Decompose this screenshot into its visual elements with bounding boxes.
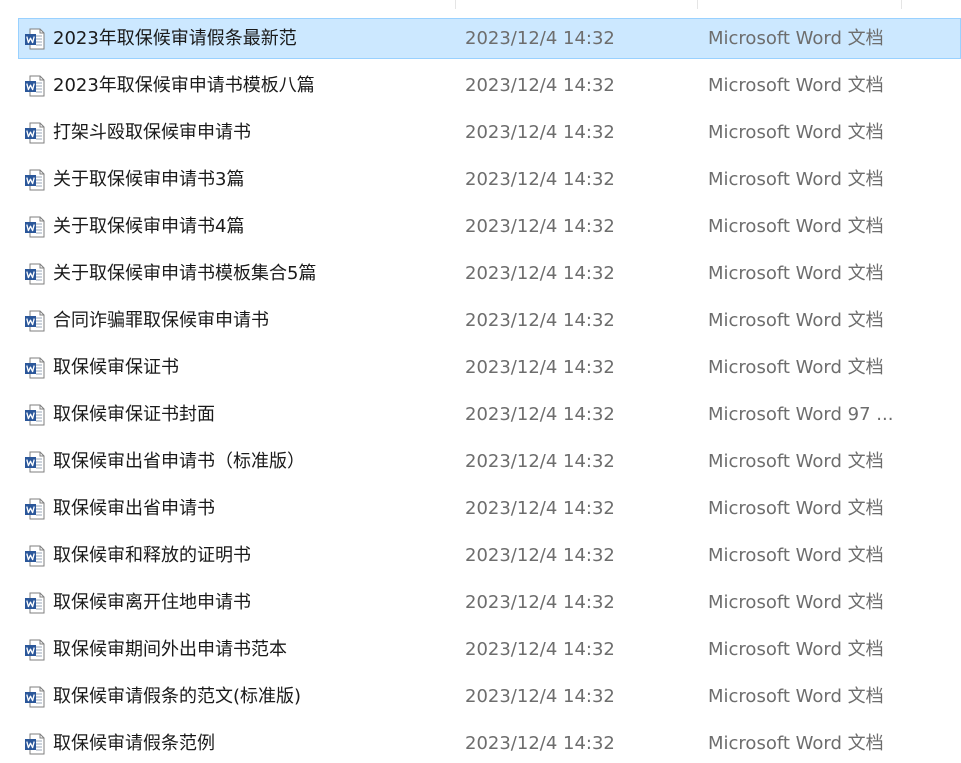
file-date-modified: 2023/12/4 14:32 <box>465 28 615 49</box>
file-type: Microsoft Word 文档 <box>708 28 884 49</box>
file-row[interactable]: 取保候审请假条范例 2023/12/4 14:32 Microsoft Word… <box>18 723 961 763</box>
word-document-icon <box>24 357 46 379</box>
file-type: Microsoft Word 文档 <box>708 498 884 519</box>
file-date-modified: 2023/12/4 14:32 <box>465 357 615 378</box>
file-row[interactable]: 2023年取保候审请假条最新范 2023/12/4 14:32 Microsof… <box>18 18 961 59</box>
file-name: 打架斗殴取保候审申请书 <box>53 122 251 143</box>
file-row[interactable]: 2023年取保候审申请书模板八篇 2023/12/4 14:32 Microso… <box>18 65 961 106</box>
file-date-modified: 2023/12/4 14:32 <box>465 122 615 143</box>
file-type: Microsoft Word 文档 <box>708 357 884 378</box>
file-name: 取保候审出省申请书（标准版） <box>53 451 305 472</box>
word-document-icon <box>24 592 46 614</box>
file-name: 取保候审期间外出申请书范本 <box>53 639 287 660</box>
file-date-modified: 2023/12/4 14:32 <box>465 639 615 660</box>
file-row[interactable]: 取保候审和释放的证明书 2023/12/4 14:32 Microsoft Wo… <box>18 535 961 576</box>
word-document-icon <box>24 639 46 661</box>
file-date-modified: 2023/12/4 14:32 <box>465 733 615 754</box>
file-date-modified: 2023/12/4 14:32 <box>465 451 615 472</box>
column-divider-date[interactable] <box>455 0 456 9</box>
file-type: Microsoft Word 文档 <box>708 310 884 331</box>
word-document-icon <box>24 404 46 426</box>
file-type: Microsoft Word 文档 <box>708 686 884 707</box>
word-document-icon <box>24 122 46 144</box>
file-date-modified: 2023/12/4 14:32 <box>465 263 615 284</box>
file-date-modified: 2023/12/4 14:32 <box>465 169 615 190</box>
file-type: Microsoft Word 文档 <box>708 122 884 143</box>
file-date-modified: 2023/12/4 14:32 <box>465 498 615 519</box>
file-name: 关于取保候审申请书4篇 <box>53 216 245 237</box>
file-name: 取保候审出省申请书 <box>53 498 215 519</box>
file-explorer-list-view: 2023年取保候审请假条最新范 2023/12/4 14:32 Microsof… <box>0 0 961 763</box>
file-date-modified: 2023/12/4 14:32 <box>465 592 615 613</box>
column-divider-type[interactable] <box>697 0 698 9</box>
file-row[interactable]: 打架斗殴取保候审申请书 2023/12/4 14:32 Microsoft Wo… <box>18 112 961 153</box>
word-document-icon <box>24 169 46 191</box>
file-row[interactable]: 取保候审出省申请书 2023/12/4 14:32 Microsoft Word… <box>18 488 961 529</box>
file-date-modified: 2023/12/4 14:32 <box>465 404 615 425</box>
file-type: Microsoft Word 文档 <box>708 451 884 472</box>
file-name: 取保候审保证书 <box>53 357 179 378</box>
file-row[interactable]: 合同诈骗罪取保候审申请书 2023/12/4 14:32 Microsoft W… <box>18 300 961 341</box>
file-row[interactable]: 关于取保候审申请书4篇 2023/12/4 14:32 Microsoft Wo… <box>18 206 961 247</box>
file-type: Microsoft Word 文档 <box>708 75 884 96</box>
file-name: 关于取保候审申请书模板集合5篇 <box>53 263 317 284</box>
file-date-modified: 2023/12/4 14:32 <box>465 686 615 707</box>
file-type: Microsoft Word 文档 <box>708 169 884 190</box>
file-name: 取保候审和释放的证明书 <box>53 545 251 566</box>
file-name: 合同诈骗罪取保候审申请书 <box>53 310 269 331</box>
file-row[interactable]: 取保候审保证书 2023/12/4 14:32 Microsoft Word 文… <box>18 347 961 388</box>
file-date-modified: 2023/12/4 14:32 <box>465 310 615 331</box>
word-document-icon <box>24 545 46 567</box>
column-divider-size[interactable] <box>901 0 902 9</box>
file-type: Microsoft Word 文档 <box>708 545 884 566</box>
file-date-modified: 2023/12/4 14:32 <box>465 216 615 237</box>
file-name: 取保候审保证书封面 <box>53 404 215 425</box>
word-document-icon <box>24 733 46 755</box>
word-document-icon <box>24 75 46 97</box>
file-type: Microsoft Word 文档 <box>708 733 884 754</box>
file-name: 取保候审请假条范例 <box>53 733 215 754</box>
file-type: Microsoft Word 97 ... <box>708 404 894 425</box>
word-document-icon <box>24 310 46 332</box>
word-document-icon <box>24 686 46 708</box>
file-row[interactable]: 取保候审出省申请书（标准版） 2023/12/4 14:32 Microsoft… <box>18 441 961 482</box>
word-document-icon <box>24 216 46 238</box>
file-type: Microsoft Word 文档 <box>708 639 884 660</box>
file-row[interactable]: 取保候审期间外出申请书范本 2023/12/4 14:32 Microsoft … <box>18 629 961 670</box>
file-type: Microsoft Word 文档 <box>708 263 884 284</box>
file-type: Microsoft Word 文档 <box>708 216 884 237</box>
word-document-icon <box>24 263 46 285</box>
file-name: 2023年取保候审请假条最新范 <box>53 28 297 49</box>
file-type: Microsoft Word 文档 <box>708 592 884 613</box>
file-name: 取保候审请假条的范文(标准版) <box>53 686 302 707</box>
file-row[interactable]: 关于取保候审申请书3篇 2023/12/4 14:32 Microsoft Wo… <box>18 159 961 200</box>
word-document-icon <box>24 498 46 520</box>
file-name: 取保候审离开住地申请书 <box>53 592 251 613</box>
file-date-modified: 2023/12/4 14:32 <box>465 75 615 96</box>
file-row[interactable]: 关于取保候审申请书模板集合5篇 2023/12/4 14:32 Microsof… <box>18 253 961 294</box>
file-row[interactable]: 取保候审离开住地申请书 2023/12/4 14:32 Microsoft Wo… <box>18 582 961 623</box>
file-date-modified: 2023/12/4 14:32 <box>465 545 615 566</box>
file-row[interactable]: 取保候审保证书封面 2023/12/4 14:32 Microsoft Word… <box>18 394 961 435</box>
file-name: 关于取保候审申请书3篇 <box>53 169 245 190</box>
word-document-icon <box>24 451 46 473</box>
file-row[interactable]: 取保候审请假条的范文(标准版) 2023/12/4 14:32 Microsof… <box>18 676 961 717</box>
file-name: 2023年取保候审申请书模板八篇 <box>53 75 315 96</box>
word-document-icon <box>24 28 46 50</box>
